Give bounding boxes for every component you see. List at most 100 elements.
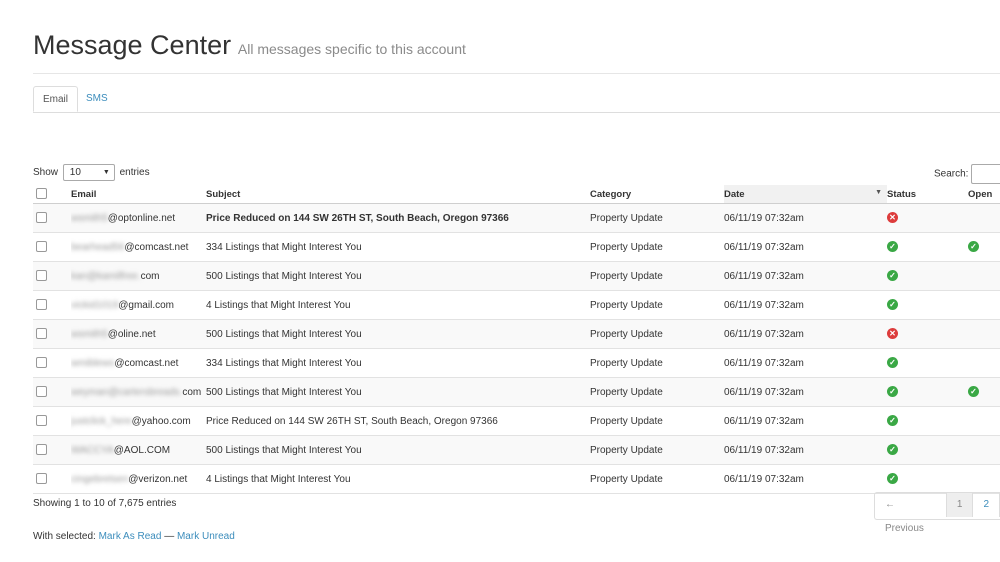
date-cell: 06/11/19 07:32am xyxy=(724,348,887,378)
date-cell: 06/11/19 07:32am xyxy=(724,232,887,262)
search-input[interactable] xyxy=(971,164,1000,184)
table-row[interactable]: weyman@cartersbreads.com 500 Listings tha… xyxy=(33,377,1000,407)
open-cell xyxy=(968,464,1000,494)
email-redacted: wsmith5 xyxy=(71,212,108,224)
select-all-cell xyxy=(33,185,71,204)
status-cell: ✓ xyxy=(887,348,968,378)
table-header-row: Email Subject Category Date ▼ Status Open xyxy=(33,185,1000,204)
subject-cell[interactable]: 4 Listings that Might Interest You xyxy=(206,464,590,494)
subject-cell[interactable]: Price Reduced on 144 SW 26TH ST, South B… xyxy=(206,203,590,233)
row-checkbox[interactable] xyxy=(36,444,47,456)
email-redacted: bearhead56 xyxy=(71,241,125,253)
previous-page-button[interactable]: ← Previous xyxy=(875,493,947,534)
row-select-cell xyxy=(33,319,71,349)
table-row[interactable]: wsmith5@optonline.net Price Reduced on 14… xyxy=(33,203,1000,233)
subject-text: 500 Listings that Might Interest You xyxy=(206,386,362,398)
category-cell: Property Update xyxy=(590,406,724,436)
search-label: Search: xyxy=(934,168,969,180)
status-cell: ✓ xyxy=(887,232,968,262)
row-checkbox[interactable] xyxy=(36,386,47,398)
table-row[interactable]: kan@kamilfree.com 500 Listings that Might… xyxy=(33,261,1000,291)
table-row[interactable]: cingebretsen@verizon.net 4 Listings that … xyxy=(33,464,1000,494)
row-select-cell xyxy=(33,435,71,465)
open-cell xyxy=(968,348,1000,378)
x-circle-icon: ✕ xyxy=(887,328,898,340)
row-checkbox[interactable] xyxy=(36,270,47,282)
check-circle-icon: ✓ xyxy=(887,386,898,398)
subject-text: 500 Listings that Might Interest You xyxy=(206,270,362,282)
column-date-label: Date xyxy=(724,188,745,200)
entries-select[interactable]: 10 ▼ xyxy=(62,164,115,181)
category-cell: Property Update xyxy=(590,203,724,233)
caret-down-icon: ▼ xyxy=(102,169,110,176)
subject-cell[interactable]: 4 Listings that Might Interest You xyxy=(206,290,590,320)
check-circle-icon: ✓ xyxy=(887,299,898,311)
bulk-actions: With selected: Mark As Read — Mark Unrea… xyxy=(33,531,235,542)
category-cell: Property Update xyxy=(590,319,724,349)
row-select-cell xyxy=(33,232,71,262)
email-redacted: wmiblews xyxy=(71,357,115,369)
show-label: Show xyxy=(33,167,59,179)
subject-text: 500 Listings that Might Interest You xyxy=(206,444,362,456)
subject-cell[interactable]: 334 Listings that Might Interest You xyxy=(206,232,590,262)
row-checkbox[interactable] xyxy=(36,415,47,427)
mark-unread-link[interactable]: Mark Unread xyxy=(177,531,235,542)
row-checkbox[interactable] xyxy=(36,241,47,253)
category-cell: Property Update xyxy=(590,290,724,320)
status-cell: ✕ xyxy=(887,203,968,233)
row-select-cell xyxy=(33,464,71,494)
row-checkbox[interactable] xyxy=(36,328,47,340)
date-cell: 06/11/19 07:32am xyxy=(724,406,887,436)
tab-email[interactable]: Email xyxy=(33,86,79,112)
check-circle-icon: ✓ xyxy=(887,444,898,456)
category-cell: Property Update xyxy=(590,377,724,407)
column-email[interactable]: Email xyxy=(71,185,206,204)
open-cell xyxy=(968,203,1000,233)
table-row[interactable]: bearhead56@comcast.net 334 Listings that … xyxy=(33,232,1000,262)
subject-cell[interactable]: 500 Listings that Might Interest You xyxy=(206,377,590,407)
email-cell: WACCYA@AOL.COM xyxy=(71,435,206,465)
email-cell: wsmith5@oline.net xyxy=(71,319,206,349)
table-row[interactable]: wmiblews@comcast.net 334 Listings that Mi… xyxy=(33,348,1000,378)
entries-control: Show 10 ▼ entries xyxy=(33,164,150,182)
page-1-button[interactable]: 1 xyxy=(946,493,974,517)
row-checkbox[interactable] xyxy=(36,299,47,311)
date-cell: 06/11/19 07:32am xyxy=(724,319,887,349)
subject-cell[interactable]: 334 Listings that Might Interest You xyxy=(206,348,590,378)
column-status[interactable]: Status xyxy=(887,185,968,204)
subject-cell[interactable]: Price Reduced on 144 SW 26TH ST, South B… xyxy=(206,406,590,436)
row-checkbox[interactable] xyxy=(36,212,47,224)
table-row[interactable]: wsmith5@oline.net 500 Listings that Might… xyxy=(33,319,1000,349)
email-domain: @optonline.net xyxy=(107,212,176,224)
date-cell: 06/11/19 07:32am xyxy=(724,290,887,320)
page-2-button[interactable]: 2 xyxy=(973,493,1000,517)
email-cell: vickid1019@gmail.com xyxy=(71,290,206,320)
column-subject[interactable]: Subject xyxy=(206,185,590,204)
email-cell: justclick_here@yahoo.com xyxy=(71,406,206,436)
subject-cell[interactable]: 500 Listings that Might Interest You xyxy=(206,435,590,465)
status-cell: ✓ xyxy=(887,290,968,320)
table-row[interactable]: vickid1019@gmail.com 4 Listings that Migh… xyxy=(33,290,1000,320)
mark-as-read-link[interactable]: Mark As Read xyxy=(99,531,162,542)
category-cell: Property Update xyxy=(590,464,724,494)
subject-cell[interactable]: 500 Listings that Might Interest You xyxy=(206,261,590,291)
table-row[interactable]: WACCYA@AOL.COM 500 Listings that Might In… xyxy=(33,435,1000,465)
row-checkbox[interactable] xyxy=(36,473,47,485)
status-cell: ✓ xyxy=(887,377,968,407)
column-category[interactable]: Category xyxy=(590,185,724,204)
page-header: Message Center All messages specific to … xyxy=(33,30,466,61)
column-date[interactable]: Date ▼ xyxy=(724,185,887,204)
select-all-checkbox[interactable] xyxy=(36,188,47,200)
email-domain: com xyxy=(182,386,202,398)
email-domain: @oline.net xyxy=(107,328,156,340)
subject-text: 334 Listings that Might Interest You xyxy=(206,241,362,253)
subject-cell[interactable]: 500 Listings that Might Interest You xyxy=(206,319,590,349)
column-open[interactable]: Open xyxy=(968,185,1000,204)
table-row[interactable]: justclick_here@yahoo.com Price Reduced on… xyxy=(33,406,1000,436)
tab-sms[interactable]: SMS xyxy=(77,86,117,112)
email-cell: kan@kamilfree.com xyxy=(71,261,206,291)
entries-label: entries xyxy=(119,167,150,179)
email-domain: @verizon.net xyxy=(128,473,188,485)
page-title: Message Center xyxy=(33,30,232,60)
row-checkbox[interactable] xyxy=(36,357,47,369)
